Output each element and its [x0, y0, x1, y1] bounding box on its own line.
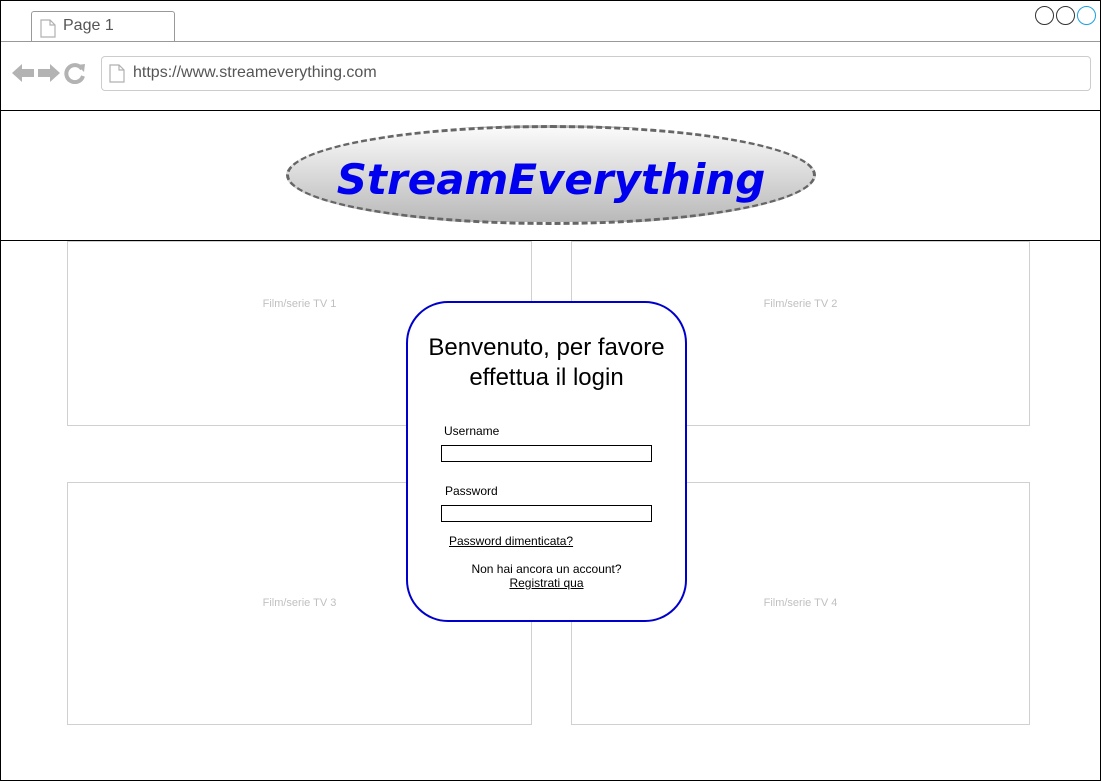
- logo[interactable]: StreamEverything: [286, 125, 816, 225]
- register-prompt: Non hai ancora un account? Registrati qu…: [408, 562, 685, 590]
- url-text: https://www.streameverything.com: [133, 64, 377, 81]
- no-account-text: Non hai ancora un account?: [471, 562, 622, 576]
- navigation-bar: https://www.streameverything.com: [1, 42, 1100, 111]
- window-controls: [1035, 6, 1096, 26]
- tab-page-1[interactable]: Page 1: [31, 11, 175, 41]
- browser-window: Page 1 https://www.streameverything.com …: [0, 0, 1101, 781]
- page-icon: [40, 19, 56, 43]
- reload-icon[interactable]: [63, 62, 87, 89]
- forward-arrow-icon[interactable]: [37, 62, 61, 89]
- login-dialog: Benvenuto, per favore effettua il login …: [406, 301, 687, 622]
- username-label: Username: [444, 424, 500, 438]
- address-bar[interactable]: https://www.streameverything.com: [101, 56, 1091, 91]
- login-title: Benvenuto, per favore effettua il login: [428, 334, 665, 391]
- back-arrow-icon[interactable]: [11, 62, 35, 89]
- tab-label: Page 1: [63, 17, 114, 34]
- forgot-password-link[interactable]: Password dimenticata?: [449, 534, 573, 548]
- register-link[interactable]: Registrati qua: [408, 576, 685, 590]
- tab-strip: Page 1: [1, 1, 1100, 42]
- password-input[interactable]: [441, 505, 652, 522]
- site-header: StreamEverything: [1, 111, 1100, 241]
- nav-buttons: [11, 62, 87, 89]
- minimize-button[interactable]: [1035, 6, 1054, 25]
- close-button[interactable]: [1077, 6, 1096, 25]
- username-input[interactable]: [441, 445, 652, 462]
- page-icon: [109, 64, 125, 88]
- logo-text: StreamEverything: [336, 155, 766, 204]
- maximize-button[interactable]: [1056, 6, 1075, 25]
- password-label: Password: [445, 484, 498, 498]
